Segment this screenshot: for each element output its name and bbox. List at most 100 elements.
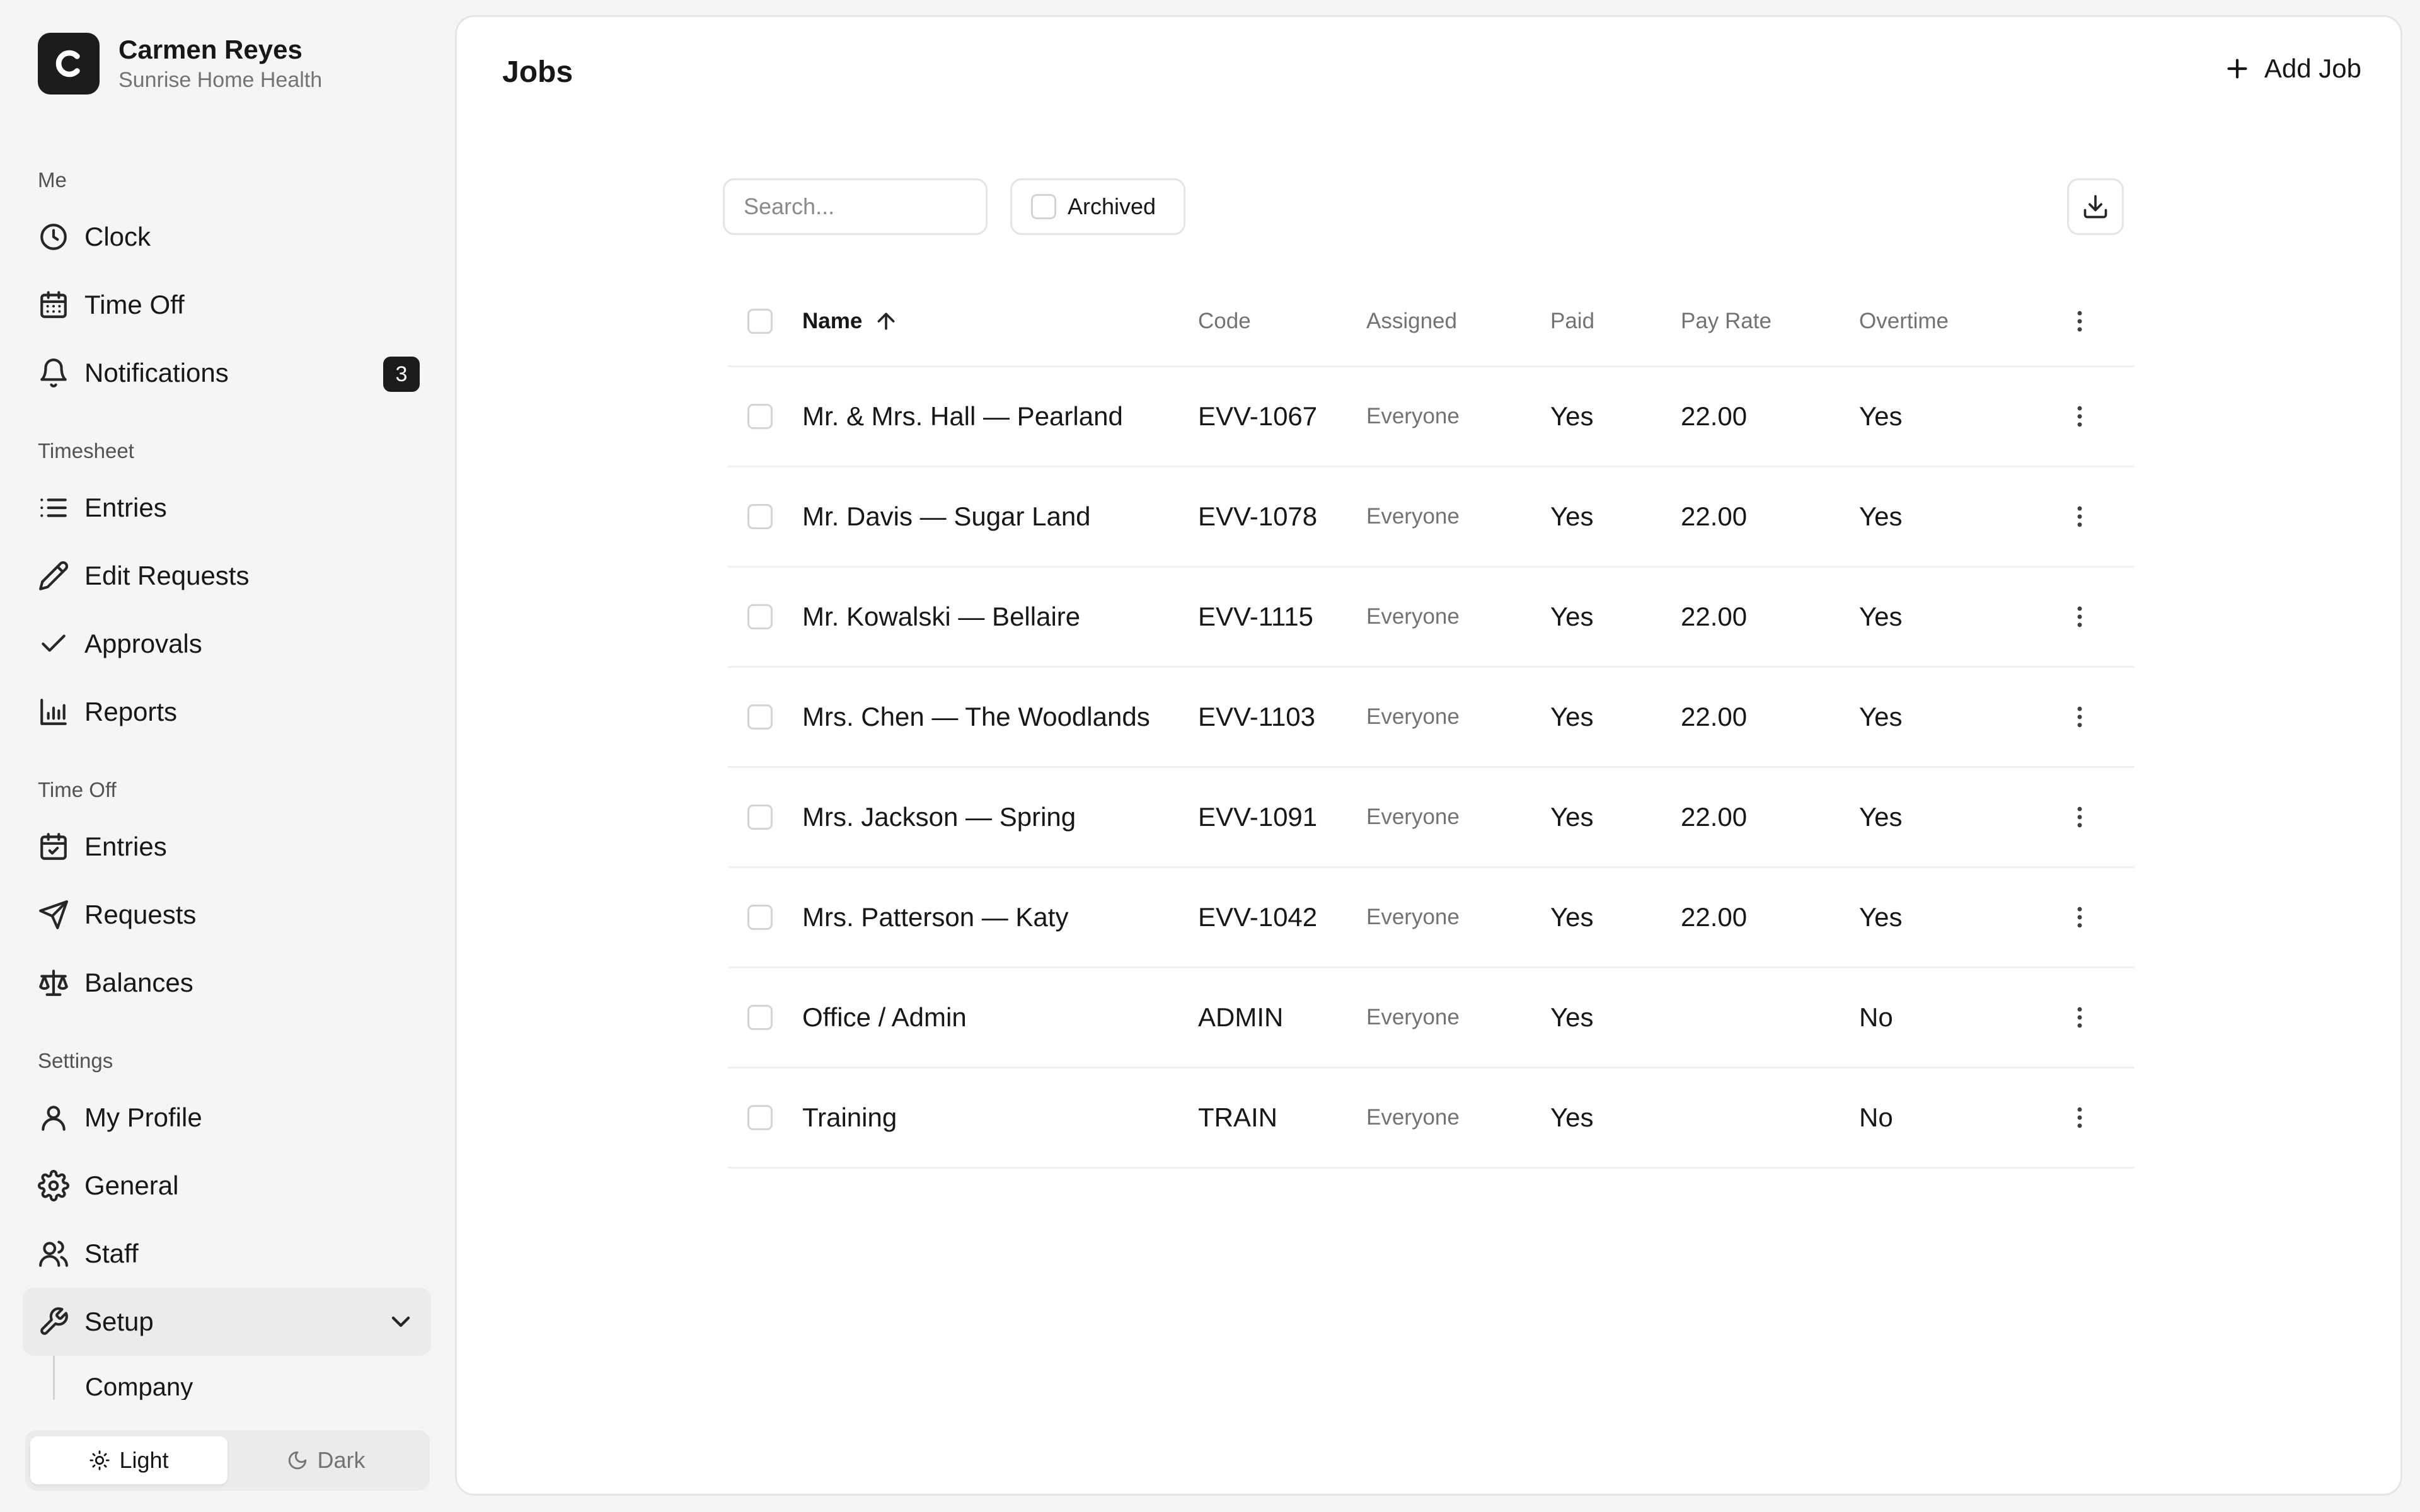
- row-actions-button[interactable]: [2061, 903, 2099, 931]
- more-vertical-icon: [2077, 606, 2082, 627]
- clock-icon: [40, 224, 67, 250]
- setup-subnav: Company: [53, 1356, 431, 1400]
- theme-light-button[interactable]: Light: [30, 1436, 228, 1484]
- cell-assigned: Everyone: [1366, 805, 1460, 829]
- cell-pay-rate: 22.00: [1681, 401, 1748, 431]
- table-row[interactable]: Mr. Kowalski — Bellaire EVV-1115 Everyon…: [728, 568, 2135, 668]
- column-header-assigned[interactable]: Assigned: [1366, 309, 1550, 334]
- cell-pay-rate: 22.00: [1681, 902, 1748, 932]
- account-switcher[interactable]: Carmen Reyes Sunrise Home Health: [38, 33, 322, 94]
- sidebar-item-label: Time Off: [84, 290, 185, 319]
- sidebar-item-edit-requests[interactable]: Edit Requests: [23, 542, 431, 610]
- cell-code: EVV-1078: [1198, 501, 1318, 531]
- search-input[interactable]: [723, 178, 988, 235]
- section-label-settings: Settings: [38, 1049, 113, 1072]
- brand-logo: [38, 33, 100, 94]
- cell-paid: Yes: [1550, 902, 1594, 932]
- row-checkbox[interactable]: [747, 1005, 773, 1030]
- sidebar-item-notifications[interactable]: Notifications 3: [23, 339, 431, 407]
- column-header-name[interactable]: Name: [802, 309, 1198, 334]
- sidebar-item-clock[interactable]: Clock: [23, 203, 431, 271]
- download-button[interactable]: [2067, 178, 2124, 235]
- add-job-button[interactable]: Add Job: [2223, 54, 2361, 84]
- row-checkbox[interactable]: [747, 805, 773, 830]
- cell-pay-rate: 22.00: [1681, 702, 1748, 731]
- cell-paid: Yes: [1550, 501, 1594, 531]
- cell-paid: Yes: [1550, 602, 1594, 631]
- row-actions-button[interactable]: [2061, 1104, 2099, 1131]
- sidebar-item-timesheet-entries[interactable]: Entries: [23, 474, 431, 542]
- sidebar-item-balances[interactable]: Balances: [23, 949, 431, 1017]
- more-vertical-icon: [2077, 806, 2082, 828]
- table-row[interactable]: Mr. & Mrs. Hall — Pearland EVV-1067 Ever…: [728, 367, 2135, 467]
- sidebar-item-reports[interactable]: Reports: [23, 678, 431, 746]
- column-header-paid[interactable]: Paid: [1550, 309, 1681, 334]
- cell-pay-rate: 22.00: [1681, 802, 1748, 832]
- column-header-code[interactable]: Code: [1198, 309, 1366, 334]
- cell-assigned: Everyone: [1366, 1105, 1460, 1130]
- calendar-icon: [40, 291, 67, 318]
- row-actions-button[interactable]: [2061, 803, 2099, 831]
- moon-icon: [289, 1451, 307, 1470]
- column-header-pay-rate[interactable]: Pay Rate: [1681, 309, 1859, 334]
- columns-menu-button[interactable]: [2061, 307, 2099, 335]
- column-header-name-label: Name: [802, 309, 863, 333]
- sidebar-item-my-profile[interactable]: My Profile: [23, 1084, 431, 1152]
- row-checkbox[interactable]: [747, 1105, 773, 1130]
- chevron-down-icon: [391, 1316, 410, 1327]
- table-row[interactable]: Mrs. Patterson — Katy EVV-1042 Everyone …: [728, 868, 2135, 968]
- section-label-me: Me: [38, 168, 67, 192]
- row-actions-button[interactable]: [2061, 603, 2099, 631]
- table-row[interactable]: Mrs. Jackson — Spring EVV-1091 Everyone …: [728, 768, 2135, 868]
- cell-code: EVV-1115: [1198, 602, 1313, 631]
- sidebar-item-setup[interactable]: Setup: [23, 1288, 431, 1356]
- cell-name: Mrs. Jackson — Spring: [802, 802, 1076, 832]
- sidebar-item-staff[interactable]: Staff: [23, 1220, 431, 1288]
- table-row[interactable]: Office / Admin ADMIN Everyone Yes No: [728, 968, 2135, 1068]
- table-row[interactable]: Training TRAIN Everyone Yes No: [728, 1068, 2135, 1169]
- row-actions-button[interactable]: [2061, 703, 2099, 731]
- table-row[interactable]: Mrs. Chen — The Woodlands EVV-1103 Every…: [728, 668, 2135, 768]
- calendar-check-icon: [40, 833, 67, 860]
- bar-chart-icon: [40, 699, 67, 725]
- row-actions-button[interactable]: [2061, 1004, 2099, 1031]
- archived-checkbox[interactable]: [1031, 194, 1056, 219]
- cell-overtime: No: [1859, 1102, 1893, 1132]
- scale-icon: [39, 970, 68, 996]
- list-icon: [40, 498, 67, 517]
- cell-paid: Yes: [1550, 702, 1594, 731]
- gear-icon: [38, 1170, 69, 1201]
- row-checkbox[interactable]: [747, 404, 773, 429]
- sidebar-item-general[interactable]: General: [23, 1152, 431, 1220]
- sidebar-item-time-off-entries[interactable]: Entries: [23, 813, 431, 881]
- more-vertical-icon: [2077, 706, 2082, 728]
- sidebar-item-label: Reports: [84, 697, 178, 726]
- main-panel: Jobs Add Job Archived Name Code Assigned…: [455, 15, 2402, 1496]
- row-checkbox[interactable]: [747, 604, 773, 629]
- row-actions-button[interactable]: [2061, 503, 2099, 530]
- cell-code: EVV-1091: [1198, 802, 1318, 832]
- cell-overtime: Yes: [1859, 501, 1903, 531]
- row-actions-button[interactable]: [2061, 403, 2099, 430]
- brand-logo-icon: [55, 50, 80, 77]
- table-row[interactable]: Mr. Davis — Sugar Land EVV-1078 Everyone…: [728, 467, 2135, 568]
- sidebar-item-time-off[interactable]: Time Off: [23, 271, 431, 339]
- theme-dark-button[interactable]: Dark: [228, 1436, 425, 1484]
- row-checkbox[interactable]: [747, 704, 773, 730]
- archived-filter[interactable]: Archived: [1010, 178, 1185, 235]
- cell-assigned: Everyone: [1366, 504, 1460, 529]
- sidebar-item-requests[interactable]: Requests: [23, 881, 431, 949]
- sidebar-subitem-company[interactable]: Company: [55, 1356, 431, 1400]
- row-checkbox[interactable]: [747, 905, 773, 930]
- section-label-time-off: Time Off: [38, 778, 117, 801]
- column-header-overtime[interactable]: Overtime: [1859, 309, 2061, 334]
- sidebar-item-label: Notifications: [84, 358, 229, 387]
- cell-name: Office / Admin: [802, 1002, 967, 1032]
- sidebar-item-label: Clock: [84, 222, 151, 251]
- cell-assigned: Everyone: [1366, 704, 1460, 729]
- sidebar-item-approvals[interactable]: Approvals: [23, 610, 431, 678]
- select-all-checkbox[interactable]: [747, 309, 773, 334]
- wrench-icon: [40, 1307, 68, 1335]
- row-checkbox[interactable]: [747, 504, 773, 529]
- table-header: Name Code Assigned Paid Pay Rate Overtim…: [728, 277, 2135, 367]
